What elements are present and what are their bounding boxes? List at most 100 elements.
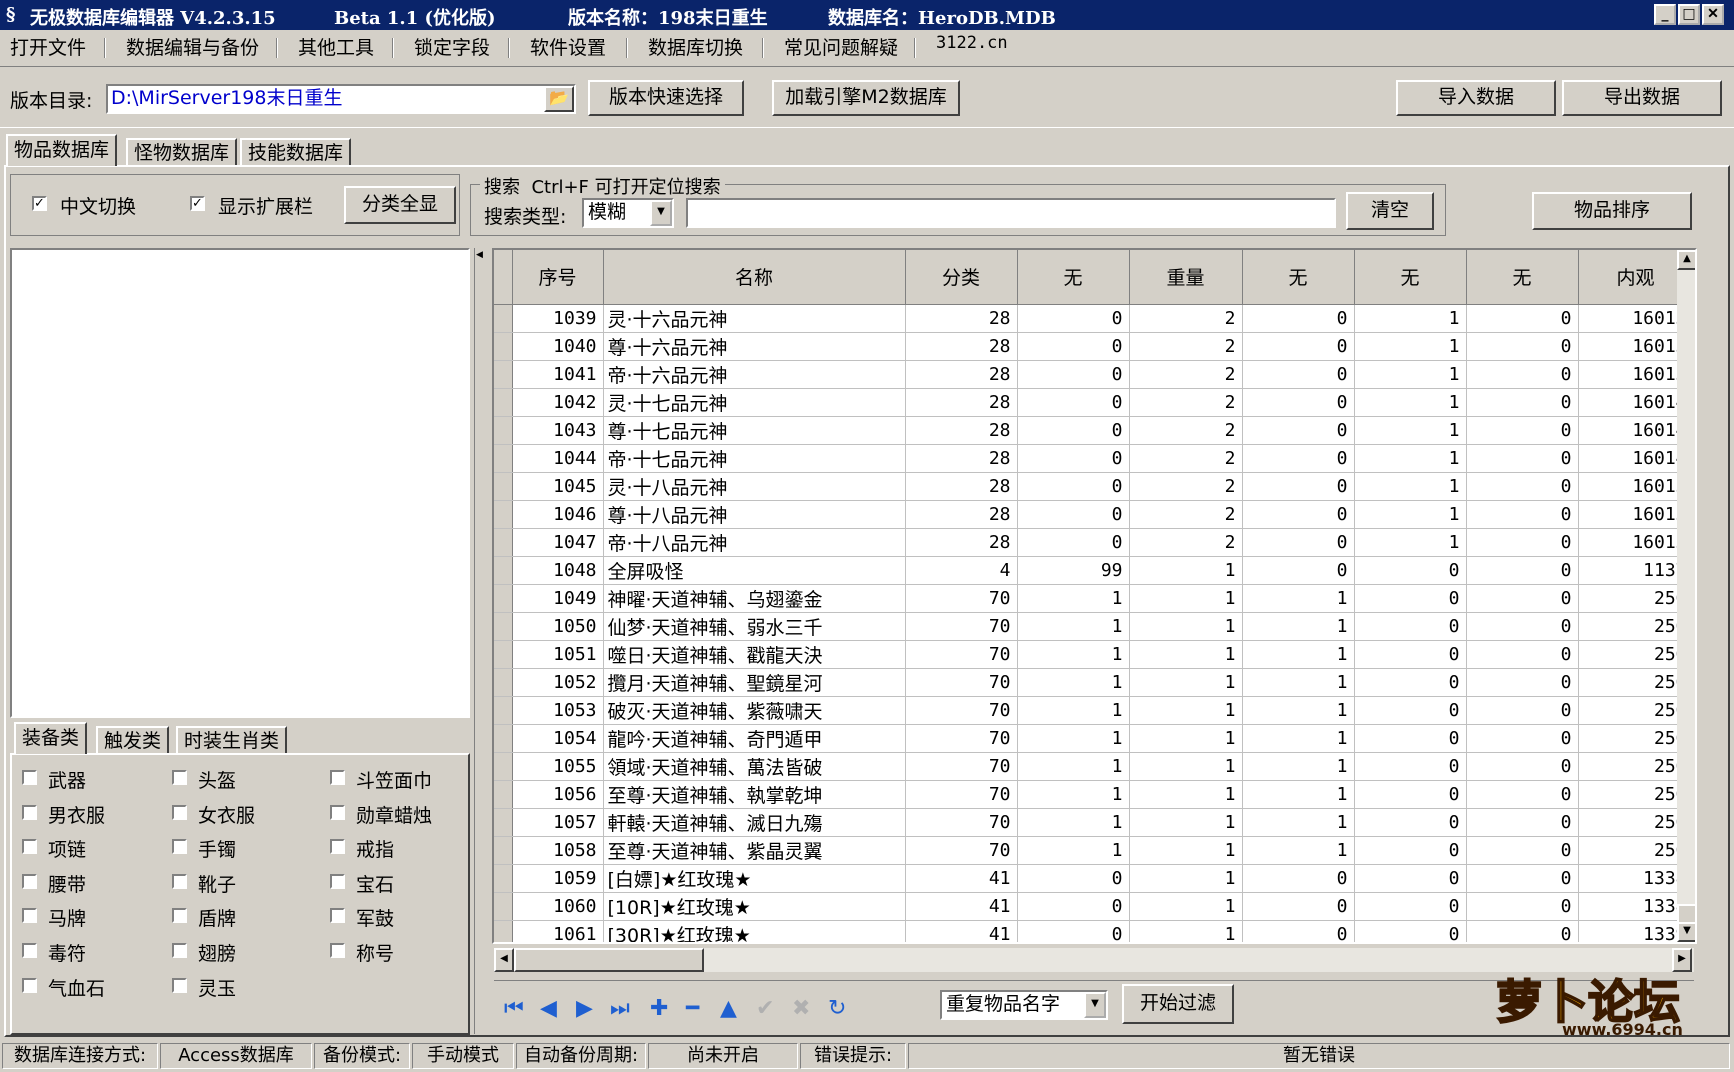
search-input[interactable] [686, 198, 1336, 228]
table-cell[interactable]: 1 [1242, 696, 1355, 725]
cancel-icon[interactable]: ✖ [792, 996, 810, 1021]
hscroll-thumb[interactable] [514, 948, 704, 972]
table-cell[interactable]: 1061 [512, 920, 604, 942]
edit-icon[interactable]: ▲ [720, 996, 737, 1021]
table-cell[interactable]: 1 [1242, 836, 1355, 865]
table-cell[interactable]: 0 [1242, 528, 1355, 557]
table-cell[interactable]: 16015 [1578, 528, 1694, 557]
table-cell[interactable]: 至尊·天道神辅、紫晶灵翼 [603, 836, 906, 865]
table-cell[interactable]: 1 [1354, 332, 1467, 361]
category-checkbox[interactable] [172, 943, 187, 958]
table-row[interactable]: 1054 龍吟·天道神辅、奇門遁甲 70 1 1 1 0 0 250 [494, 724, 1694, 753]
scroll-thumb[interactable] [1677, 904, 1695, 924]
table-cell[interactable]: 1 [1354, 472, 1467, 501]
table-cell[interactable]: 1 [1242, 752, 1355, 781]
table-cell[interactable]: 1040 [512, 332, 604, 361]
table-cell[interactable]: 70 [905, 612, 1018, 641]
table-row[interactable]: 1047 帝·十八品元神 28 0 2 0 1 0 16015 [494, 528, 1694, 557]
row-indicator[interactable] [494, 612, 513, 641]
table-cell[interactable]: 1 [1017, 752, 1130, 781]
table-cell[interactable]: 1050 [512, 612, 604, 641]
tab-skills[interactable]: 技能数据库 [240, 138, 352, 166]
table-cell[interactable]: 0 [1354, 780, 1467, 809]
table-cell[interactable]: 16014 [1578, 416, 1694, 445]
show-ext-checkbox[interactable]: ✓ [190, 196, 205, 211]
table-cell[interactable]: 0 [1017, 920, 1130, 942]
table-cell[interactable]: 0 [1466, 780, 1579, 809]
category-checkbox[interactable] [22, 873, 37, 889]
tab-fashion[interactable]: 时装生肖类 [176, 726, 288, 754]
table-cell[interactable]: 28 [905, 416, 1018, 445]
table-cell[interactable]: 250 [1578, 696, 1694, 725]
table-cell[interactable]: 0 [1466, 472, 1579, 501]
table-cell[interactable]: 0 [1017, 500, 1130, 529]
table-cell[interactable]: 250 [1578, 612, 1694, 641]
table-cell[interactable]: 1 [1129, 612, 1243, 641]
insert-icon[interactable]: ✚ [650, 996, 668, 1021]
sort-items-button[interactable]: 物品排序 [1532, 192, 1692, 230]
tab-trigger[interactable]: 触发类 [96, 726, 170, 754]
table-cell[interactable]: 16013 [1578, 304, 1694, 333]
table-cell[interactable]: 0 [1466, 416, 1579, 445]
table-cell[interactable]: 0 [1017, 472, 1130, 501]
table-cell[interactable]: 灵·十六品元神 [603, 304, 906, 333]
table-cell[interactable]: 0 [1242, 472, 1355, 501]
table-cell[interactable]: 1137 [1578, 556, 1694, 585]
table-cell[interactable]: 28 [905, 360, 1018, 389]
column-header[interactable]: 无 [1354, 250, 1467, 305]
table-cell[interactable]: 0 [1466, 696, 1579, 725]
table-cell[interactable]: 2 [1129, 444, 1243, 473]
table-cell[interactable]: 16014 [1578, 388, 1694, 417]
maximize-icon[interactable]: □ [1678, 4, 1700, 25]
table-cell[interactable]: 0 [1466, 892, 1579, 921]
table-row[interactable]: 1042 灵·十七品元神 28 0 2 0 1 0 16014 [494, 388, 1694, 417]
table-cell[interactable]: 16015 [1578, 472, 1694, 501]
row-indicator[interactable] [494, 472, 513, 501]
table-cell[interactable]: 0 [1354, 612, 1467, 641]
close-icon[interactable]: ✕ [1702, 4, 1724, 25]
menu-lock-fields[interactable]: 锁定字段 [414, 33, 490, 60]
row-indicator[interactable] [494, 780, 513, 809]
table-cell[interactable]: 1 [1129, 892, 1243, 921]
row-indicator[interactable] [494, 584, 513, 613]
category-checkbox[interactable] [172, 839, 187, 855]
table-cell[interactable]: 灵·十七品元神 [603, 388, 906, 417]
table-cell[interactable]: 16013 [1578, 332, 1694, 361]
table-cell[interactable]: 1 [1017, 584, 1130, 613]
table-cell[interactable]: 28 [905, 388, 1018, 417]
table-cell[interactable]: [30R]★红玫瑰★ [603, 920, 906, 942]
table-cell[interactable]: 0 [1242, 556, 1355, 585]
table-cell[interactable]: 尊·十八品元神 [603, 500, 906, 529]
table-cell[interactable]: 仙梦·天道神辅、弱水三千 [603, 612, 906, 641]
table-cell[interactable]: 2 [1129, 528, 1243, 557]
table-cell[interactable]: 1046 [512, 500, 604, 529]
table-cell[interactable]: 1 [1017, 640, 1130, 669]
table-cell[interactable]: 28 [905, 528, 1018, 557]
table-cell[interactable]: 0 [1466, 920, 1579, 942]
table-cell[interactable]: 軒轅·天道神辅、滅日九殤 [603, 808, 906, 837]
table-cell[interactable]: 1339 [1578, 920, 1694, 942]
table-row[interactable]: 1061 [30R]★红玫瑰★ 41 0 1 0 0 0 1339 [494, 920, 1694, 942]
column-header[interactable]: 名称 [603, 250, 906, 305]
table-cell[interactable]: 1 [1129, 724, 1243, 753]
table-cell[interactable]: 1 [1129, 668, 1243, 697]
category-checkbox[interactable] [330, 839, 345, 855]
table-cell[interactable]: 0 [1466, 584, 1579, 613]
next-icon[interactable]: ▶ [576, 996, 593, 1021]
table-row[interactable]: 1051 噬日·天道神辅、戳龍天決 70 1 1 1 0 0 250 [494, 640, 1694, 669]
table-cell[interactable]: 0 [1354, 640, 1467, 669]
quick-select-button[interactable]: 版本快速选择 [588, 80, 744, 116]
table-row[interactable]: 1049 神曜·天道神辅、乌翅鎏金 70 1 1 1 0 0 250 [494, 584, 1694, 613]
table-cell[interactable]: 0 [1242, 864, 1355, 893]
table-row[interactable]: 1048 全屏吸怪 4 99 1 0 0 0 1137 [494, 556, 1694, 585]
menu-site-link[interactable]: 3122.cn [936, 33, 1008, 53]
table-cell[interactable]: 0 [1242, 500, 1355, 529]
table-cell[interactable]: 250 [1578, 640, 1694, 669]
filter-select[interactable]: 重复物品名字 ▼ [940, 990, 1108, 1020]
table-cell[interactable]: 攬月·天道神辅、聖鏡星河 [603, 668, 906, 697]
category-checkbox[interactable] [330, 804, 345, 820]
table-cell[interactable]: 0 [1017, 892, 1130, 921]
table-cell[interactable]: 1 [1354, 528, 1467, 557]
table-cell[interactable]: 1056 [512, 780, 604, 809]
table-cell[interactable]: 1053 [512, 696, 604, 725]
